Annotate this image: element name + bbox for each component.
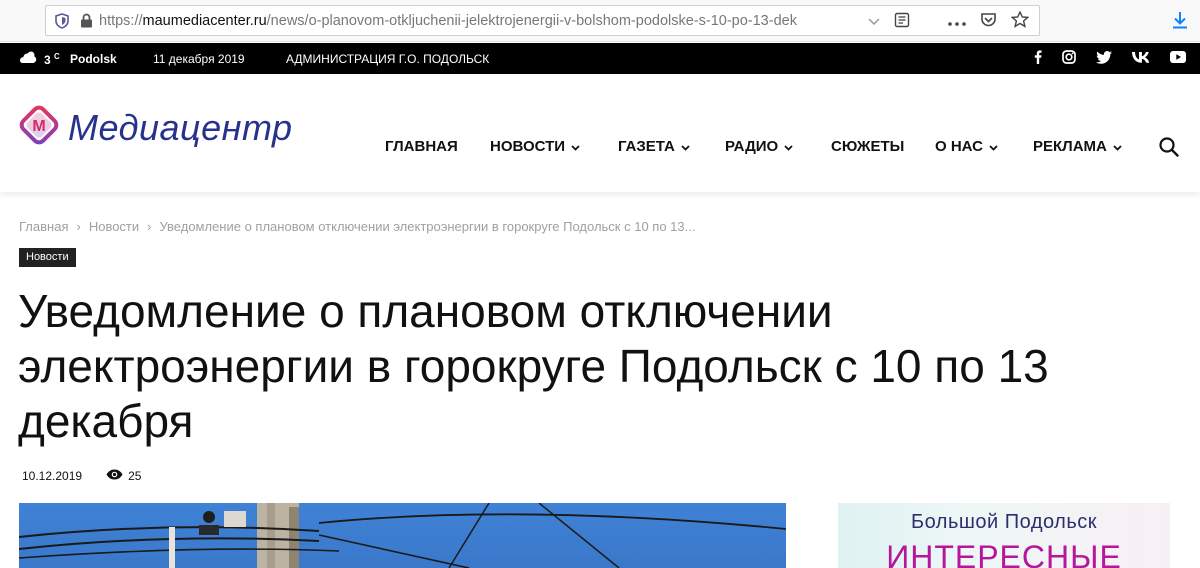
site-header: М Медиацентр ГЛАВНАЯ НОВОСТИ ГАЗЕТА РАДИО СЮ…: [0, 74, 1200, 192]
instagram-icon[interactable]: [1062, 50, 1076, 67]
search-icon[interactable]: [1158, 136, 1180, 163]
article-meta: 10.12.2019 25: [22, 469, 141, 483]
chevron-down-icon[interactable]: [868, 13, 880, 31]
pocket-icon[interactable]: [980, 12, 997, 33]
chevron-down-icon: [1113, 138, 1122, 155]
url-prefix: https://: [99, 12, 143, 29]
chevron-down-icon: [784, 138, 793, 155]
nav-item-label: СЮЖЕТЫ: [831, 138, 905, 155]
lock-icon[interactable]: [77, 12, 95, 30]
youtube-icon[interactable]: [1170, 51, 1186, 66]
nav-item-1[interactable]: ГЛАВНАЯ: [385, 138, 458, 155]
nav-item-3[interactable]: ГАЗЕТА: [618, 138, 690, 155]
eye-icon: [106, 469, 123, 483]
download-icon[interactable]: [1172, 11, 1188, 34]
url-domain: maumediacenter.ru: [142, 12, 267, 29]
admin-link[interactable]: АДМИНИСТРАЦИЯ Г.О. ПОДОЛЬСК: [286, 52, 489, 66]
nav-item-label: О НАС: [935, 138, 983, 155]
url-path: /news/o-planovom-otkljuchenii-jelektroje…: [266, 12, 797, 29]
logo-mark-icon: М: [18, 104, 60, 151]
current-date: 11 декабря 2019: [153, 52, 245, 66]
nav-item-5[interactable]: СЮЖЕТЫ: [831, 138, 904, 155]
nav-item-label: РЕКЛАМА: [1033, 138, 1107, 155]
shield-icon[interactable]: [53, 12, 71, 30]
nav-item-7[interactable]: РЕКЛАМА: [1033, 138, 1122, 155]
browser-toolbar: https://maumediacenter.ru/news/o-planovo…: [0, 0, 1200, 42]
nav-item-label: ГЛАВНАЯ: [385, 138, 458, 155]
banner-subtitle: ИНТЕРЕСНЫЕ: [886, 539, 1122, 568]
bookmark-star-icon[interactable]: [1010, 10, 1030, 33]
breadcrumb-separator: ›: [147, 219, 152, 234]
chevron-down-icon: [989, 138, 998, 155]
breadcrumb: Главная › Новости › Уведомление о плановом о…: [19, 219, 695, 234]
more-actions-icon[interactable]: [948, 13, 966, 31]
logo-text: Медиацентр: [68, 106, 293, 148]
social-links: [1034, 43, 1186, 74]
category-badge[interactable]: Новости: [19, 248, 76, 267]
view-count-value: 25: [128, 469, 142, 483]
nav-item-2[interactable]: НОВОСТИ: [490, 138, 580, 155]
logo-letter: М: [32, 118, 45, 135]
banner-title: Большой Подольск: [910, 511, 1098, 533]
vk-icon[interactable]: [1132, 51, 1150, 66]
weather-temp: 3 C: [44, 52, 60, 67]
breadcrumb-separator: ›: [76, 219, 81, 234]
chevron-down-icon: [681, 138, 690, 155]
top-bar: 3 C Podolsk 11 декабря 2019 АДМИНИСТРАЦИ…: [0, 43, 1200, 74]
breadcrumb-home[interactable]: Главная: [19, 219, 68, 234]
nav-item-label: ГАЗЕТА: [618, 138, 675, 155]
address-bar[interactable]: https://maumediacenter.ru/news/o-planovo…: [45, 5, 1040, 36]
nav-item-6[interactable]: О НАС: [935, 138, 998, 155]
facebook-icon[interactable]: [1034, 50, 1042, 67]
nav-item-4[interactable]: РАДИО: [725, 138, 793, 155]
breadcrumb-section[interactable]: Новости: [89, 219, 139, 234]
weather-icon: [18, 50, 38, 68]
url-text: https://maumediacenter.ru/news/o-planovo…: [99, 13, 869, 29]
nav-item-label: НОВОСТИ: [490, 138, 566, 155]
article-title: Уведомление о плановом отключении электр…: [18, 285, 1049, 447]
breadcrumb-current[interactable]: Уведомление о плановом отключении электр…: [160, 219, 696, 234]
promo-banner[interactable]: Большой Подольск ИНТЕРЕСНЫЕ: [838, 503, 1170, 568]
chevron-down-icon: [571, 138, 580, 155]
twitter-icon[interactable]: [1096, 50, 1112, 67]
article-hero-image: [19, 503, 786, 568]
article-date: 10.12.2019: [22, 469, 83, 483]
weather-city: Podolsk: [70, 52, 117, 66]
nav-item-label: РАДИО: [725, 138, 779, 155]
view-count: 25: [106, 469, 141, 483]
reader-view-icon[interactable]: [894, 12, 910, 33]
site-logo[interactable]: М Медиацентр: [18, 104, 293, 151]
